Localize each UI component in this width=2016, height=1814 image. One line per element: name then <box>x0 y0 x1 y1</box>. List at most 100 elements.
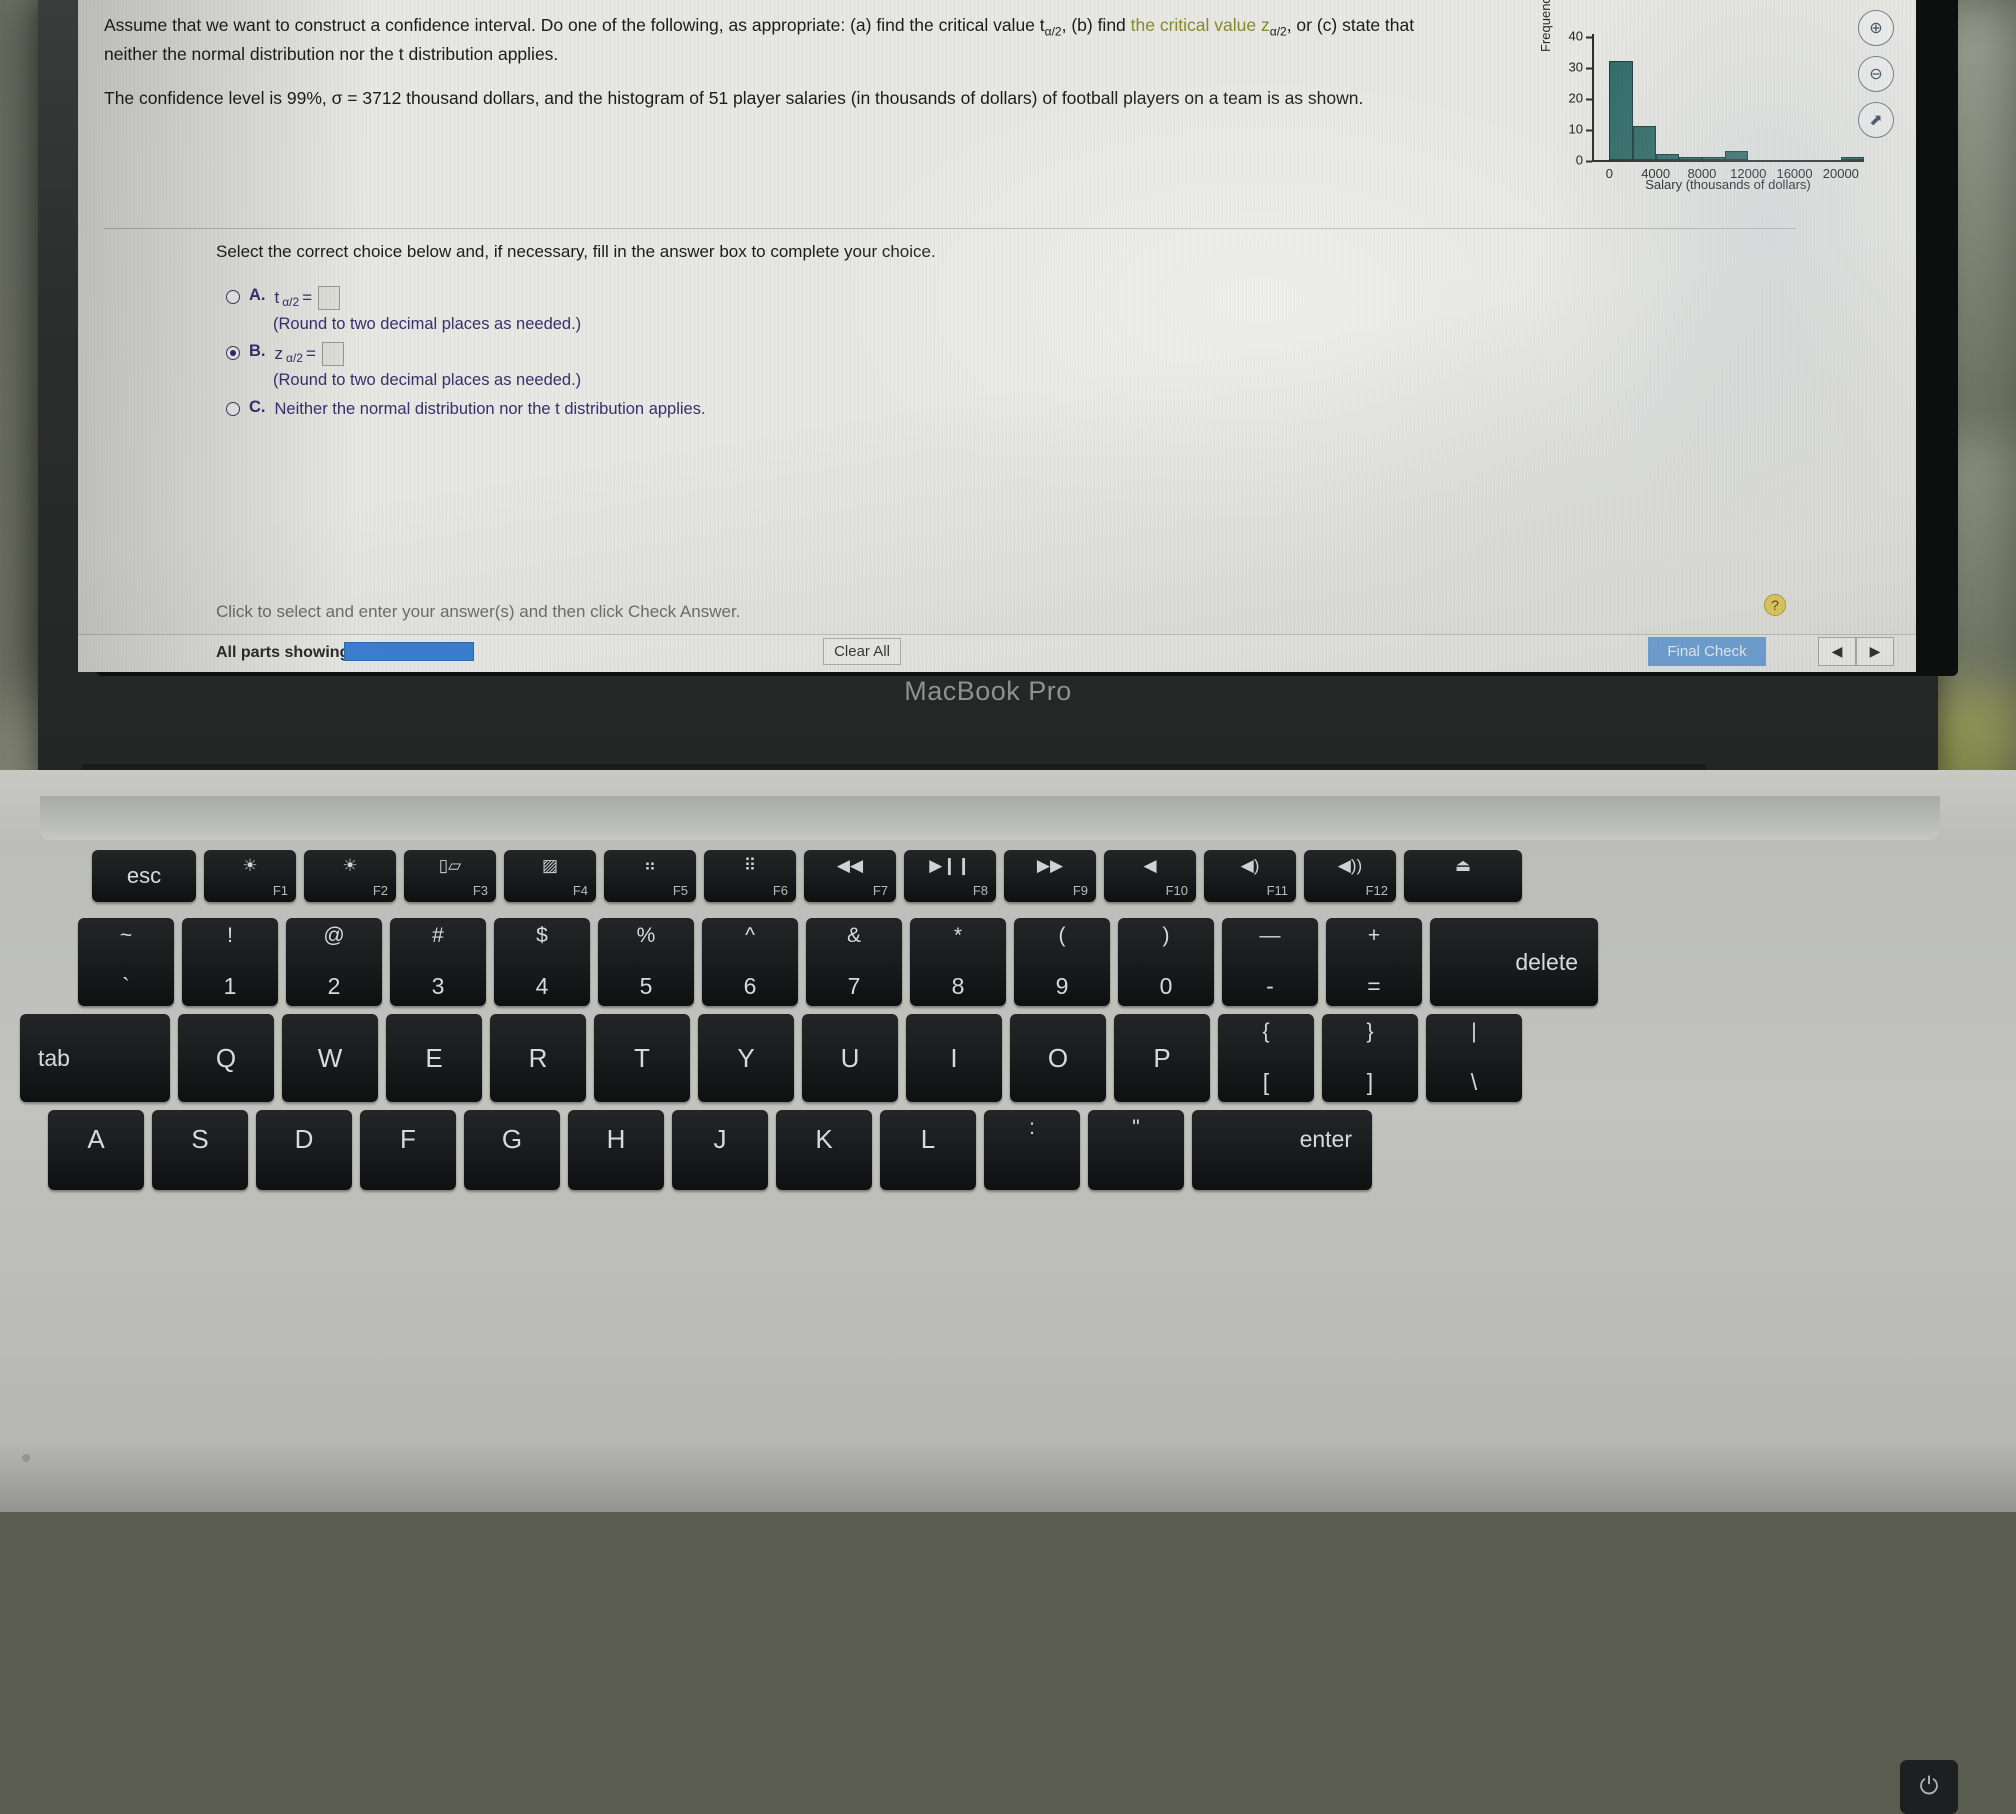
key-rewind[interactable]: ◀◀F7 <box>804 850 896 902</box>
key-six[interactable]: ^6 <box>702 918 798 1006</box>
choice-c[interactable]: C. Neither the normal distribution nor t… <box>226 398 706 420</box>
key-brightness-down[interactable]: ☀F1 <box>204 850 296 902</box>
key-l[interactable]: L <box>880 1110 976 1190</box>
key-delete[interactable]: delete <box>1430 918 1598 1006</box>
key-minus[interactable]: —- <box>1222 918 1318 1006</box>
key-shift-label: — <box>1260 924 1281 948</box>
key-t[interactable]: T <box>594 1014 690 1102</box>
open-in-new-window-icon[interactable]: ⬈ <box>1858 102 1894 138</box>
key-keyboard-light-down[interactable]: ⠶F5 <box>604 850 696 902</box>
key-w[interactable]: W <box>282 1014 378 1102</box>
choice-a-body: tα/2= <box>275 286 341 310</box>
key-bracket-left[interactable]: {[ <box>1218 1014 1314 1102</box>
key-fn-label: F2 <box>373 883 388 898</box>
key-zero[interactable]: )0 <box>1118 918 1214 1006</box>
select-choice-prompt: Select the correct choice below and, if … <box>216 242 936 262</box>
clear-all-button[interactable]: Clear All <box>823 638 901 665</box>
key-o[interactable]: O <box>1010 1014 1106 1102</box>
key-eject[interactable]: ⏏ <box>1404 850 1522 902</box>
choice-a-radio[interactable] <box>226 290 240 304</box>
key-backslash[interactable]: |\ <box>1426 1014 1522 1102</box>
key-glyph: ▶❙❙ <box>929 856 971 876</box>
key-fn-label: F10 <box>1166 883 1188 898</box>
key-tab[interactable]: tab <box>20 1014 170 1102</box>
key-label: T <box>634 1043 650 1074</box>
macbook-pro-label: MacBook Pro <box>38 676 1938 707</box>
key-tilde[interactable]: ~` <box>78 918 174 1006</box>
key-label: 0 <box>1160 973 1173 1000</box>
prev-button[interactable]: ◀ <box>1818 637 1856 666</box>
final-check-button[interactable]: Final Check <box>1648 637 1766 666</box>
key-semicolon[interactable]: : <box>984 1110 1080 1190</box>
key-esc[interactable]: esc <box>92 850 196 902</box>
key-r[interactable]: R <box>490 1014 586 1102</box>
base-top-edge <box>40 796 1940 840</box>
choice-b-input[interactable] <box>322 342 344 366</box>
next-button[interactable]: ▶ <box>1856 637 1894 666</box>
key-three[interactable]: #3 <box>390 918 486 1006</box>
key-k[interactable]: K <box>776 1110 872 1190</box>
key-f[interactable]: F <box>360 1110 456 1190</box>
choice-a-input[interactable] <box>318 286 340 310</box>
choice-c-letter: C. <box>249 398 266 417</box>
key-q[interactable]: Q <box>178 1014 274 1102</box>
progress-bar[interactable] <box>344 642 474 661</box>
key-s[interactable]: S <box>152 1110 248 1190</box>
key-launchpad[interactable]: ▨F4 <box>504 850 596 902</box>
key-volume-down[interactable]: ◀)F11 <box>1204 850 1296 902</box>
q1-highlight: the critical value z <box>1131 15 1270 35</box>
key-label: delete <box>1515 949 1578 976</box>
key-bracket-right[interactable]: }] <box>1322 1014 1418 1102</box>
key-j[interactable]: J <box>672 1110 768 1190</box>
key-equals[interactable]: += <box>1326 918 1422 1006</box>
key-i[interactable]: I <box>906 1014 1002 1102</box>
key-eight[interactable]: *8 <box>910 918 1006 1006</box>
key-shift-label: : <box>1029 1116 1035 1140</box>
help-icon[interactable]: ? <box>1764 594 1786 616</box>
laptop-base: esc☀F1☀F2▯▱F3▨F4⠶F5⠿F6◀◀F7▶❙❙F8▶▶F9◀F10◀… <box>0 770 2016 1512</box>
zoom-out-icon[interactable]: ⊖ <box>1858 56 1894 92</box>
key-keyboard-light-up[interactable]: ⠿F6 <box>704 850 796 902</box>
key-four[interactable]: $4 <box>494 918 590 1006</box>
answer-choices: A. tα/2= (Round to two decimal places as… <box>226 286 706 425</box>
key-shift-label: ^ <box>745 924 755 948</box>
choice-a[interactable]: A. tα/2= (Round to two decimal places as… <box>226 286 706 334</box>
key-play-pause[interactable]: ▶❙❙F8 <box>904 850 996 902</box>
key-d[interactable]: D <box>256 1110 352 1190</box>
key-mission-control[interactable]: ▯▱F3 <box>404 850 496 902</box>
key-y[interactable]: Y <box>698 1014 794 1102</box>
choice-c-radio[interactable] <box>226 402 240 416</box>
histogram-x-axis <box>1592 160 1864 162</box>
question-paragraph-2: The confidence level is 99%, σ = 3712 th… <box>104 85 1424 112</box>
key-one[interactable]: !1 <box>182 918 278 1006</box>
key-u[interactable]: U <box>802 1014 898 1102</box>
key-nine[interactable]: (9 <box>1014 918 1110 1006</box>
key-two[interactable]: @2 <box>286 918 382 1006</box>
photo-scene: MacBook Pro Assume that we want to const… <box>0 0 2016 1512</box>
key-glyph: ◀◀ <box>837 856 863 876</box>
key-enter[interactable]: enter <box>1192 1110 1372 1190</box>
key-quote[interactable]: " <box>1088 1110 1184 1190</box>
key-shift-label: { <box>1262 1020 1269 1044</box>
power-icon: ⏻ <box>1920 1773 1939 1801</box>
key-brightness-up[interactable]: ☀F2 <box>304 850 396 902</box>
key-volume-up[interactable]: ◀))F12 <box>1304 850 1396 902</box>
choice-b[interactable]: B. zα/2= (Round to two decimal places as… <box>226 342 706 390</box>
key-label: ] <box>1367 1069 1373 1096</box>
key-g[interactable]: G <box>464 1110 560 1190</box>
key-label: - <box>1266 973 1274 1000</box>
key-h[interactable]: H <box>568 1110 664 1190</box>
zoom-in-icon[interactable]: ⊕ <box>1858 10 1894 46</box>
key-e[interactable]: E <box>386 1014 482 1102</box>
power-button[interactable]: ⏻ <box>1900 1760 1958 1814</box>
key-p[interactable]: P <box>1114 1014 1210 1102</box>
key-fast-forward[interactable]: ▶▶F9 <box>1004 850 1096 902</box>
key-a[interactable]: A <box>48 1110 144 1190</box>
open-window-glyph: ⬈ <box>1869 110 1882 130</box>
key-five[interactable]: %5 <box>598 918 694 1006</box>
key-mute[interactable]: ◀F10 <box>1104 850 1196 902</box>
choice-b-radio[interactable] <box>226 346 240 360</box>
choice-b-body: zα/2= <box>275 342 344 366</box>
key-seven[interactable]: &7 <box>806 918 902 1006</box>
histogram-bar <box>1679 157 1702 160</box>
